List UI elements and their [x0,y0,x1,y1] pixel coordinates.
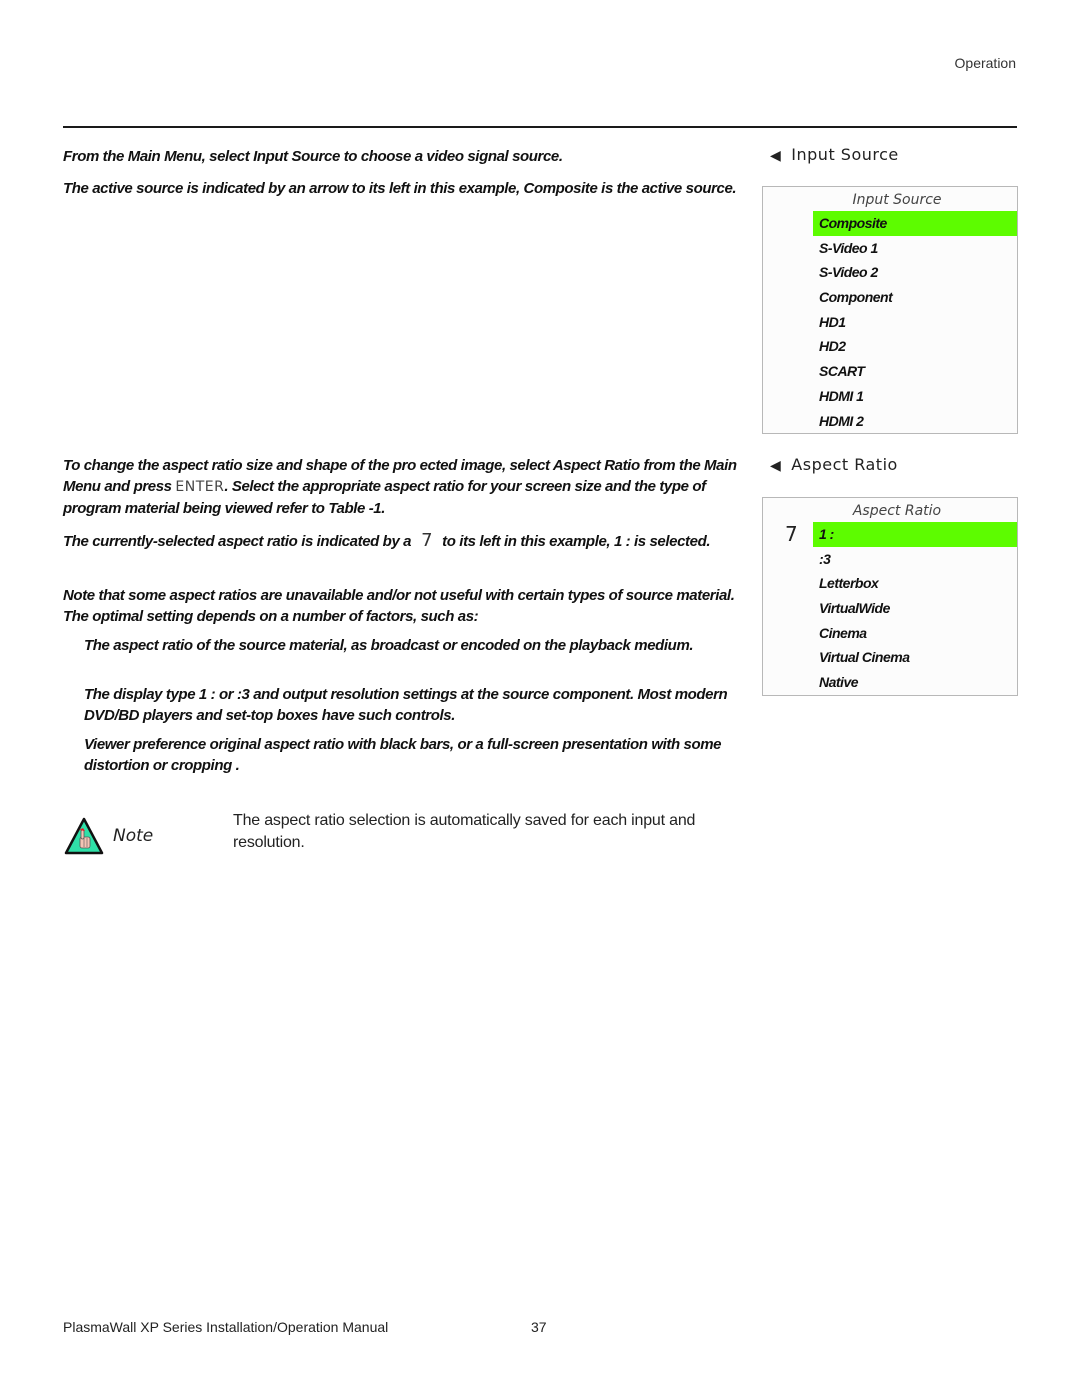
paragraph-active-source: The active source is indicated by an arr… [63,180,737,197]
menu-title: Aspect Ratio [852,503,942,519]
selection-marker-glyph: 7 [421,530,433,551]
menu-item-hdmi-2[interactable]: HDMI 2 [763,409,1017,434]
menu-item-hd2[interactable]: HD2 [763,334,1017,359]
left-arrow-icon: ◀ [770,458,782,474]
enter-key-label: ENTER [175,479,225,495]
paragraph-selected-ratio-text-a: The currently-selected aspect ratio is i… [63,533,412,550]
input-source-heading-label: Input Source [791,145,899,164]
bullet-item: The display type 1 : or :3 and output re… [84,686,728,724]
menu-item-native[interactable]: Native [763,670,1017,695]
header-rule [63,126,1017,128]
paragraph-selected-ratio-text-b: to its left in this example, 1 : is sele… [442,533,711,550]
paragraph-input-source: From the Main Menu, select Input Source … [63,148,563,165]
menu-item-cinema[interactable]: Cinema [763,621,1017,646]
left-arrow-icon: ◀ [770,148,782,164]
bullet-item: The aspect ratio of the source material,… [84,637,694,654]
aspect-ratio-heading-label: Aspect Ratio [791,455,898,474]
menu-item-virtual-cinema[interactable]: Virtual Cinema [763,645,1017,670]
bullet-item: Viewer preference original aspect ratio … [84,736,722,774]
menu-item-s-video-1[interactable]: S-Video 1 [763,236,1017,261]
menu-item-ratio-3[interactable]: :3 [763,547,1017,572]
menu-item-label: 1 : [819,526,834,542]
paragraph-factors: Note that some aspect ratios are unavail… [63,587,735,625]
footer-manual-title: PlasmaWall XP Series Installation/Operat… [63,1319,389,1335]
input-source-menu: Input Source Composite S-Video 1 S-Video… [762,186,1018,434]
menu-item-virtualwide[interactable]: VirtualWide [763,596,1017,621]
menu-item-component[interactable]: Component [763,285,1017,310]
menu-item-letterbox[interactable]: Letterbox [763,571,1017,596]
note-hand-icon [64,817,104,855]
section-header: Operation [954,55,1016,71]
menu-item-s-video-2[interactable]: S-Video 2 [763,260,1017,285]
paragraph-aspect-ratio: To change the aspect ratio size and shap… [63,455,743,519]
menu-item-hd1[interactable]: HD1 [763,310,1017,335]
aspect-ratio-heading: ◀ Aspect Ratio [770,455,898,474]
note-label: Note [113,826,154,846]
aspect-ratio-menu: Aspect Ratio 7 1 : :3 Letterbox VirtualW… [762,497,1018,696]
paragraph-selected-ratio: The currently-selected aspect ratio is i… [63,530,743,552]
selection-marker-icon: 7 [785,522,798,546]
note-text: The aspect ratio selection is automatica… [233,812,696,851]
input-source-heading: ◀ Input Source [770,145,899,164]
menu-title: Input Source [852,192,942,208]
menu-item-ratio-selected[interactable]: 7 1 : [785,522,1017,547]
page-number: 37 [531,1319,547,1335]
menu-item-composite[interactable]: Composite [813,211,1017,236]
menu-item-hdmi-1[interactable]: HDMI 1 [763,384,1017,409]
menu-item-scart[interactable]: SCART [763,359,1017,384]
